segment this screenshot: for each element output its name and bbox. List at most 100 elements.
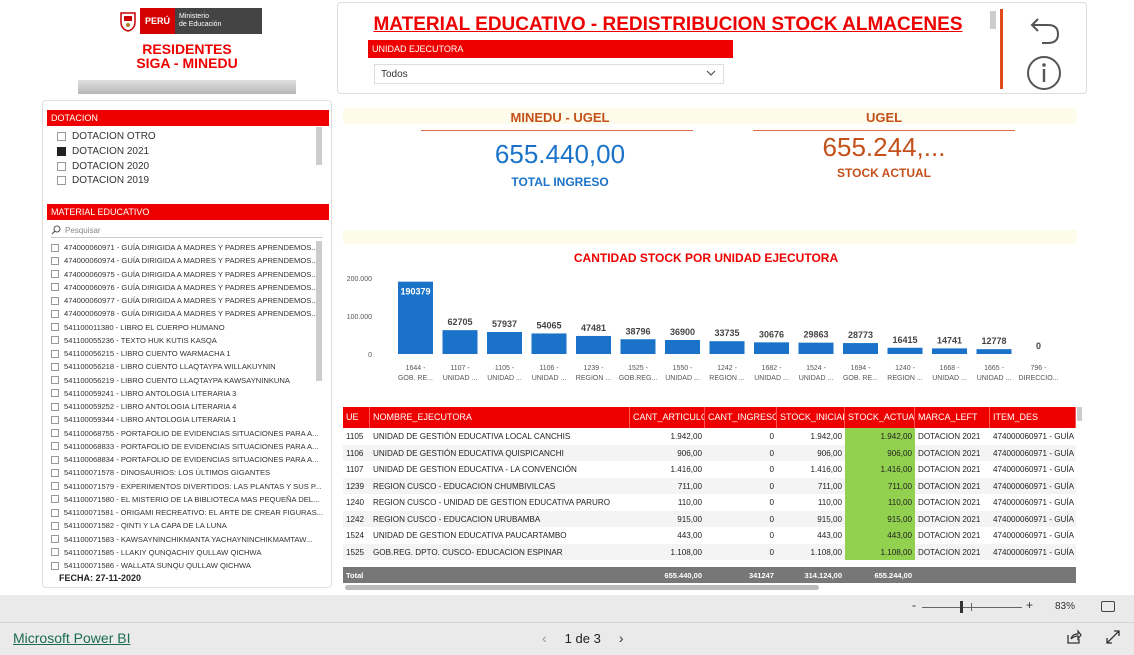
unidad-ejecutora-dropdown[interactable]: Todos bbox=[374, 64, 724, 84]
material-item[interactable]: 541100071579 - EXPERIMENTOS DIVERTIDOS: … bbox=[51, 480, 323, 493]
zoom-out-button[interactable]: - bbox=[912, 598, 916, 612]
table-row[interactable]: 1107 UNIDAD DE GESTION EDUCATIVA - LA CON… bbox=[343, 461, 1076, 478]
material-search[interactable]: Pesquisar bbox=[51, 224, 323, 238]
checkbox[interactable] bbox=[51, 243, 59, 252]
table-row[interactable]: 1242 REGION CUSCO - EDUCACION URUBAMBA 915… bbox=[343, 510, 1076, 527]
checkbox[interactable] bbox=[51, 468, 59, 477]
checkbox[interactable] bbox=[57, 175, 66, 185]
checkbox[interactable] bbox=[51, 376, 59, 385]
column-header[interactable]: CANT_ARTICULO bbox=[630, 407, 705, 428]
checkbox[interactable] bbox=[57, 131, 66, 141]
column-header[interactable]: NOMBRE_EJECUTORA bbox=[370, 407, 630, 428]
zoom-slider-handle[interactable] bbox=[960, 601, 963, 613]
material-item[interactable]: 541100055236 - TEXTO HUK KUTIS KASQA bbox=[51, 334, 323, 347]
checkbox[interactable] bbox=[51, 521, 59, 530]
column-header[interactable]: STOCK_ACTUAL bbox=[845, 407, 915, 428]
material-item[interactable]: 541100071586 - WALLATA SUNQU QULLAW QICH… bbox=[51, 559, 323, 572]
checkbox[interactable] bbox=[51, 535, 59, 544]
checkbox[interactable] bbox=[51, 429, 59, 438]
total-cant-ingreso: 341247 bbox=[748, 571, 774, 580]
material-item[interactable]: 541100056215 - LIBRO CUENTO WARMACHA 1 bbox=[51, 347, 323, 360]
column-header[interactable]: MARCA_LEFT bbox=[915, 407, 990, 428]
share-icon[interactable] bbox=[1066, 629, 1082, 645]
checkbox[interactable] bbox=[51, 442, 59, 451]
checkbox-checked[interactable] bbox=[57, 146, 66, 156]
table-row[interactable]: 1524 UNIDAD DE GESTION EDUCATIVA PAUCARTA… bbox=[343, 527, 1076, 544]
checkbox[interactable] bbox=[51, 402, 59, 411]
material-item[interactable]: 541100056218 - LIBRO CUENTO LLAQTAYPA WI… bbox=[51, 360, 323, 373]
info-icon[interactable] bbox=[1026, 55, 1062, 91]
table-vertical-scrollbar[interactable] bbox=[1077, 407, 1082, 421]
dotacion-item[interactable]: DOTACION 2021 bbox=[57, 144, 149, 158]
material-item[interactable]: 541100059241 - LIBRO ANTOLOGIA LITERARIA… bbox=[51, 387, 323, 400]
checkbox[interactable] bbox=[51, 548, 59, 557]
checkbox[interactable] bbox=[51, 270, 59, 279]
next-page-button[interactable]: › bbox=[619, 630, 624, 646]
checkbox[interactable] bbox=[51, 495, 59, 504]
checkbox[interactable] bbox=[51, 296, 59, 305]
power-bi-link[interactable]: Microsoft Power BI bbox=[13, 630, 130, 646]
material-item[interactable]: 541100068833 - PORTAFOLIO DE EVIDENCIAS … bbox=[51, 440, 323, 453]
checkbox[interactable] bbox=[57, 161, 66, 171]
fit-to-page-icon[interactable] bbox=[1101, 601, 1115, 612]
material-scrollbar[interactable] bbox=[316, 241, 322, 381]
material-item[interactable]: 474000060975 - GUÍA DIRIGIDA A MADRES Y … bbox=[51, 268, 323, 281]
table-row[interactable]: 1105 UNIDAD DE GESTIÓN EDUCATIVA LOCAL CA… bbox=[343, 428, 1076, 445]
material-item[interactable]: 474000060974 - GUÍA DIRIGIDA A MADRES Y … bbox=[51, 254, 323, 267]
dotacion-item[interactable]: DOTACION 2019 bbox=[57, 173, 149, 187]
checkbox[interactable] bbox=[51, 508, 59, 517]
material-item[interactable]: 541100068755 - PORTAFOLIO DE EVIDENCIAS … bbox=[51, 427, 323, 440]
checkbox[interactable] bbox=[51, 561, 59, 570]
checkbox[interactable] bbox=[51, 415, 59, 424]
material-item[interactable]: 541100059252 - LIBRO ANTOLOGIA LITERARIA… bbox=[51, 400, 323, 413]
zoom-slider[interactable] bbox=[922, 607, 1022, 608]
checkbox[interactable] bbox=[51, 256, 59, 265]
back-arrow-icon[interactable] bbox=[1028, 13, 1062, 47]
prev-page-button[interactable]: ‹ bbox=[542, 630, 547, 646]
material-item[interactable]: 541100071585 - LLAKIY QUNQACHIY QULLAW Q… bbox=[51, 546, 323, 559]
column-header[interactable]: ITEM_DES bbox=[990, 407, 1076, 428]
material-item[interactable]: 541100068834 - PORTAFOLIO DE EVIDENCIAS … bbox=[51, 453, 323, 466]
checkbox[interactable] bbox=[51, 389, 59, 398]
dotacion-item[interactable]: DOTACION 2020 bbox=[57, 159, 149, 173]
material-item[interactable]: 474000060977 - GUÍA DIRIGIDA A MADRES Y … bbox=[51, 294, 323, 307]
x-tick-label: 1550 - bbox=[673, 365, 694, 372]
material-item[interactable]: 541100071580 - EL MISTERIO DE LA BIBLIOT… bbox=[51, 493, 323, 506]
material-item[interactable]: 541100071582 - QINTI Y LA CAPA DE LA LUN… bbox=[51, 519, 323, 532]
material-item[interactable]: 474000060971 - GUÍA DIRIGIDA A MADRES Y … bbox=[51, 241, 323, 254]
material-item[interactable]: 541100056219 - LIBRO CUENTO LLAQTAYPA KA… bbox=[51, 374, 323, 387]
checkbox[interactable] bbox=[51, 323, 59, 332]
column-header[interactable]: CANT_INGRESO bbox=[705, 407, 777, 428]
material-item[interactable]: 474000060976 - GUÍA DIRIGIDA A MADRES Y … bbox=[51, 281, 323, 294]
fullscreen-icon[interactable] bbox=[1105, 629, 1121, 645]
material-item[interactable]: 541100059344 - LIBRO ANTOLOGIA LITERARIA… bbox=[51, 413, 323, 426]
checkbox[interactable] bbox=[51, 336, 59, 345]
header-scrollbar[interactable] bbox=[990, 11, 996, 29]
material-item[interactable]: 541100071578 - DINOSAURIOS: LOS ÚLTIMOS … bbox=[51, 466, 323, 479]
table-row[interactable]: 1106 UNIDAD DE GESTIÓN EDUCATIVA QUISPICA… bbox=[343, 444, 1076, 461]
dotacion-scrollbar[interactable] bbox=[316, 127, 322, 165]
material-item[interactable]: 541100071583 - KAWSAYNINCHIKMANTA YACHAY… bbox=[51, 533, 323, 546]
table-row[interactable]: 1525 GOB.REG. DPTO. CUSCO- EDUCACION ESPI… bbox=[343, 543, 1076, 560]
checkbox[interactable] bbox=[51, 362, 59, 371]
table-horizontal-scrollbar[interactable] bbox=[345, 585, 819, 590]
checkbox[interactable] bbox=[51, 482, 59, 491]
zoom-in-button[interactable]: + bbox=[1026, 598, 1033, 612]
column-header[interactable]: STOCK_INICIAL bbox=[777, 407, 845, 428]
checkbox[interactable] bbox=[51, 309, 59, 318]
material-item[interactable]: 541100071581 - ORIGAMI RECREATIVO: EL AR… bbox=[51, 506, 323, 519]
checkbox[interactable] bbox=[51, 349, 59, 358]
material-item-label: 541100068834 - PORTAFOLIO DE EVIDENCIAS … bbox=[64, 455, 319, 465]
checkbox[interactable] bbox=[51, 283, 59, 292]
dotacion-item[interactable]: DOTACION OTRO bbox=[57, 129, 156, 143]
table-row[interactable]: 1239 REGION CUSCO - EDUCACION CHUMBIVILCA… bbox=[343, 477, 1076, 494]
bar-data-label: 57937 bbox=[492, 319, 517, 329]
table-row[interactable]: 1240 REGION CUSCO - UNIDAD DE GESTION EDU… bbox=[343, 494, 1076, 511]
bar-data-label: 30676 bbox=[759, 329, 784, 339]
material-item[interactable]: 474000060978 - GUÍA DIRIGIDA A MADRES Y … bbox=[51, 307, 323, 320]
material-item[interactable]: 541100011380 - LIBRO EL CUERPO HUMANO bbox=[51, 321, 323, 334]
checkbox[interactable] bbox=[51, 455, 59, 464]
zoom-slider-tick bbox=[971, 603, 972, 611]
material-item-label: 474000060975 - GUÍA DIRIGIDA A MADRES Y … bbox=[64, 269, 318, 279]
column-header[interactable]: UE bbox=[343, 407, 370, 428]
